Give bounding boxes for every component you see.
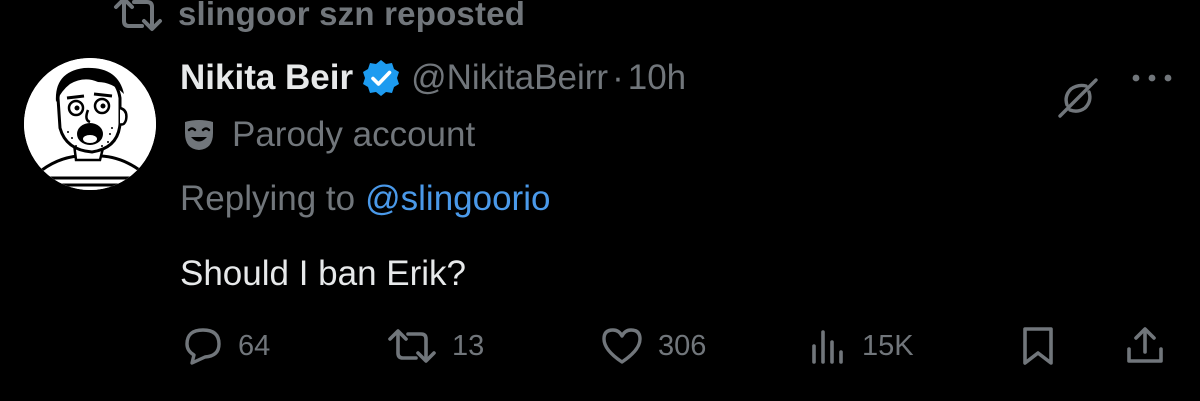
reply-count: 64 [238, 329, 271, 362]
reply-context-prefix: Replying to [180, 179, 356, 218]
share-button[interactable] [1124, 320, 1166, 372]
reply-button[interactable]: 64 [182, 320, 270, 372]
grok-icon[interactable] [1056, 76, 1100, 120]
like-button[interactable]: 306 [600, 320, 706, 372]
avatar-cartoon-face-icon [24, 58, 156, 190]
reply-bubble-icon [185, 328, 221, 365]
tweet-action-bar: 64 13 306 15K [0, 320, 1200, 372]
share-upload-icon [1127, 327, 1163, 363]
theater-mask-icon [185, 120, 213, 150]
like-count: 306 [658, 329, 707, 362]
author-display-name[interactable]: Nikita Beir [180, 58, 353, 98]
author-handle[interactable]: @NikitaBeirr [411, 58, 608, 98]
repost-count: 13 [452, 329, 485, 362]
repost-banner-text: slingoor szn reposted [178, 0, 526, 32]
reply-context: Replying to @slingoorio [180, 174, 550, 224]
avatar[interactable] [24, 58, 156, 190]
tweet-card[interactable]: slingoor szn reposted Nikita Beir @Nikit… [0, 0, 1200, 401]
bookmark-icon [1023, 327, 1053, 365]
repost-icon [388, 329, 436, 363]
bookmark-button[interactable] [1018, 320, 1058, 372]
verified-badge-icon[interactable] [361, 58, 401, 98]
heart-icon [602, 328, 642, 364]
repost-icon [114, 0, 162, 31]
parody-account-text: Parody account [232, 115, 476, 154]
views-bar-chart-icon [812, 330, 843, 364]
more-horizontal-icon[interactable] [1130, 68, 1174, 88]
meta-separator: · [612, 58, 624, 97]
views-button[interactable]: 15K [808, 320, 914, 372]
parody-account-label: Parody account [182, 112, 475, 158]
tweet-timestamp[interactable]: 10h [628, 58, 686, 98]
repost-banner[interactable]: slingoor szn reposted [112, 0, 525, 34]
tweet-header: Nikita Beir @NikitaBeirr · 10h [180, 50, 686, 106]
tweet-text: Should I ban Erik? [180, 254, 467, 293]
view-count: 15K [862, 329, 914, 362]
repost-button[interactable]: 13 [386, 320, 484, 372]
reply-context-handle-link[interactable]: @slingoorio [365, 179, 550, 219]
